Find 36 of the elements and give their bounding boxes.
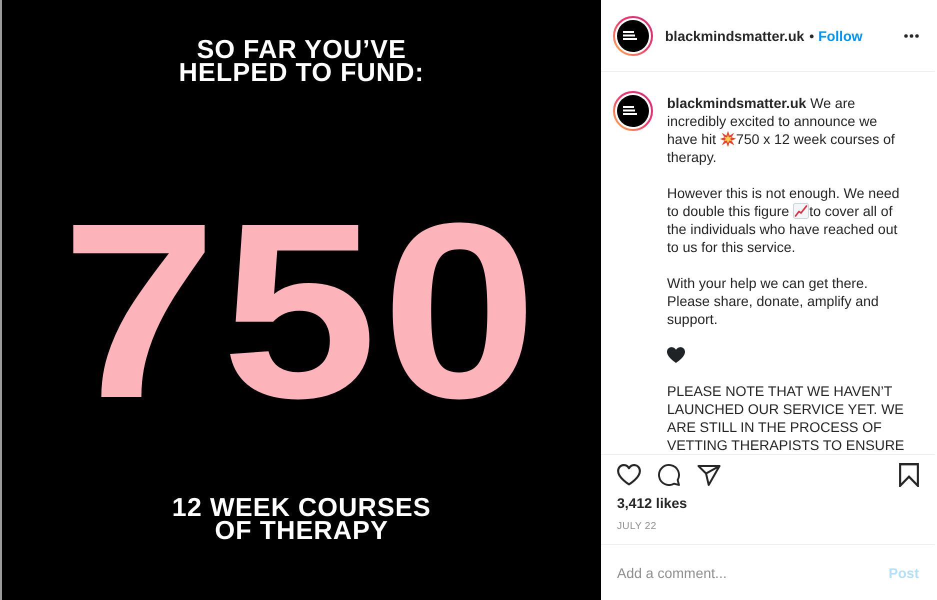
caption-text: 750 x 12 week courses of [736, 130, 895, 148]
more-options-icon[interactable] [904, 34, 919, 38]
headline-text: SO FAR YOU’VE HELPED TO FUND: [178, 38, 424, 84]
caption-text: We are [810, 94, 856, 112]
caption-text: support. [667, 310, 718, 328]
caption-text: to double this figure [667, 202, 790, 220]
caption-text: to cover all of [809, 202, 892, 220]
bullet-separator: • [809, 26, 814, 44]
heart-emoji-icon [667, 347, 685, 363]
username-link[interactable]: blackmindsmatter.uk [665, 26, 804, 44]
avatar-icon[interactable] [613, 16, 653, 56]
avatar-icon[interactable] [613, 91, 653, 131]
caption-text: LAUNCHED OUR SERVICE YET. WE [667, 400, 904, 418]
heart-icon[interactable] [617, 464, 641, 486]
subtitle-text: 12 WEEK COURSES OF THERAPY [172, 496, 431, 542]
caption-text: However this is not enough. We need [667, 184, 900, 202]
likes-count: 3,412 likes [617, 494, 688, 512]
burst-emoji-icon [720, 131, 736, 147]
caption-text: Please share, donate, amplify and [667, 292, 879, 310]
caption-text: With your help we can get there. [667, 274, 868, 292]
caption-text: have hit [667, 130, 716, 148]
caption-text: incredibly excited to announce we [667, 112, 878, 130]
username-link[interactable]: blackmindsmatter.uk [667, 94, 806, 112]
chart-emoji-icon [793, 203, 810, 219]
caption-text: VETTING THERAPISTS TO ENSURE [667, 436, 904, 454]
caption-text: therapy. [667, 148, 717, 166]
caption-text: to us for this service. [667, 238, 796, 256]
speech-bubble-icon[interactable] [657, 464, 681, 486]
bookmark-icon[interactable] [899, 463, 919, 487]
figure-text: 750 [61, 211, 542, 411]
comment-field[interactable]: Add a comment... [617, 562, 881, 582]
caption-text: ARE STILL IN THE PROCESS OF [667, 418, 882, 436]
caption-text: PLEASE NOTE THAT WE HAVEN’T [667, 382, 892, 400]
caption-text: the individuals who have reached out [667, 220, 898, 238]
post-date: JULY 22 [617, 520, 658, 534]
paper-plane-icon[interactable] [697, 464, 721, 486]
